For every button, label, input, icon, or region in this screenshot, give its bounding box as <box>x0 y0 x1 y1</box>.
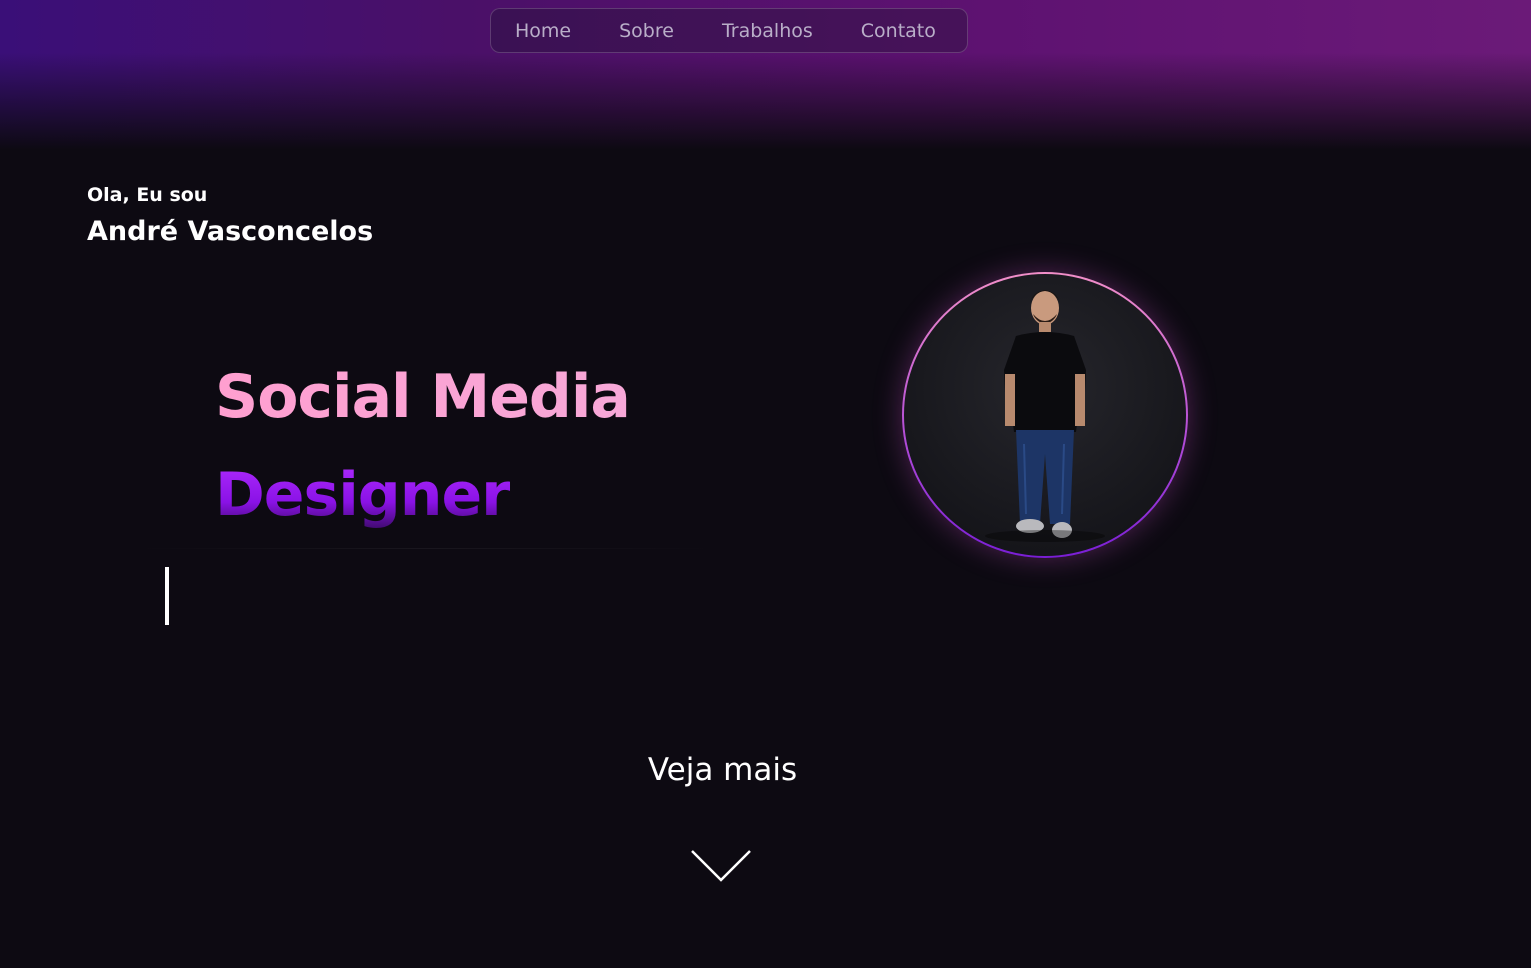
hero-name: André Vasconcelos <box>87 216 374 247</box>
chevron-down-icon[interactable] <box>690 848 752 884</box>
main-nav: Home Sobre Trabalhos Contato <box>490 8 968 53</box>
nav-link-trabalhos[interactable]: Trabalhos <box>722 20 813 42</box>
see-more-section: Veja mais <box>0 752 1531 788</box>
typing-caret <box>165 567 169 625</box>
nav-link-contato[interactable]: Contato <box>861 20 936 42</box>
profile-photo <box>904 274 1186 556</box>
hero-greeting: Ola, Eu sou <box>87 184 208 206</box>
nav-link-home[interactable]: Home <box>515 20 571 42</box>
hero-divider <box>135 548 715 549</box>
hero-role-line-2: Designer <box>215 460 511 530</box>
nav-link-sobre[interactable]: Sobre <box>619 20 674 42</box>
page: Home Sobre Trabalhos Contato Ola, Eu sou… <box>0 0 1531 968</box>
hero-role-line-1: Social Media <box>215 362 631 432</box>
profile-photo-frame <box>902 272 1188 558</box>
person-illustration <box>985 290 1105 542</box>
see-more-link[interactable]: Veja mais <box>648 752 797 788</box>
